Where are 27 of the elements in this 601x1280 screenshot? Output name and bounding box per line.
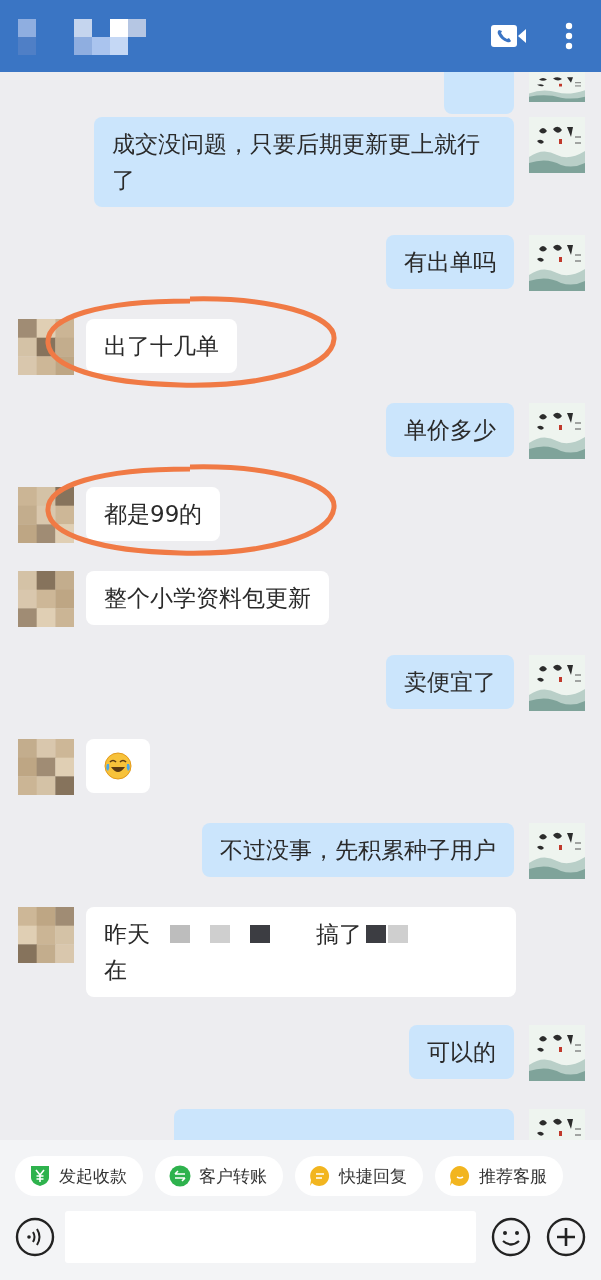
- redaction-block: [366, 925, 386, 943]
- message-text: 在: [104, 956, 127, 985]
- message-bubble: 出了十几单: [86, 319, 237, 373]
- redaction-block: [250, 925, 270, 943]
- message-bubble: 整个小学资料包更新: [86, 571, 329, 625]
- quick-action-chip[interactable]: 发起收款: [15, 1156, 143, 1196]
- message-bubble: 可以的: [409, 1025, 514, 1079]
- message-bubble: 成交没问题，只要后期更新更上就行了: [94, 117, 514, 207]
- redaction-block: [170, 925, 190, 943]
- redaction-block: [388, 925, 408, 943]
- message-bubble: 有出单吗: [386, 235, 514, 289]
- quick-action-chip[interactable]: 快捷回复: [295, 1156, 423, 1196]
- video-call-icon[interactable]: [491, 25, 527, 47]
- emoji-icon[interactable]: [491, 1217, 531, 1257]
- plus-icon[interactable]: [546, 1217, 586, 1257]
- message-bubble: 不过没事，先积累种子用户: [202, 823, 514, 877]
- message-bubble: 单价多少: [386, 403, 514, 457]
- redaction-block: [210, 925, 230, 943]
- message-text: 搞了: [316, 920, 362, 949]
- message-bubble: 都是99的: [86, 487, 221, 541]
- message-bubble: 卖便宜了: [386, 655, 514, 709]
- message-text: 昨天: [104, 920, 150, 949]
- quick-action-chip[interactable]: 客户转账: [155, 1156, 283, 1196]
- laughing-emoji-icon: [104, 752, 132, 780]
- quick-action-chip[interactable]: 推荐客服: [435, 1156, 563, 1196]
- voice-icon[interactable]: [15, 1217, 55, 1257]
- menu-icon[interactable]: [565, 22, 573, 50]
